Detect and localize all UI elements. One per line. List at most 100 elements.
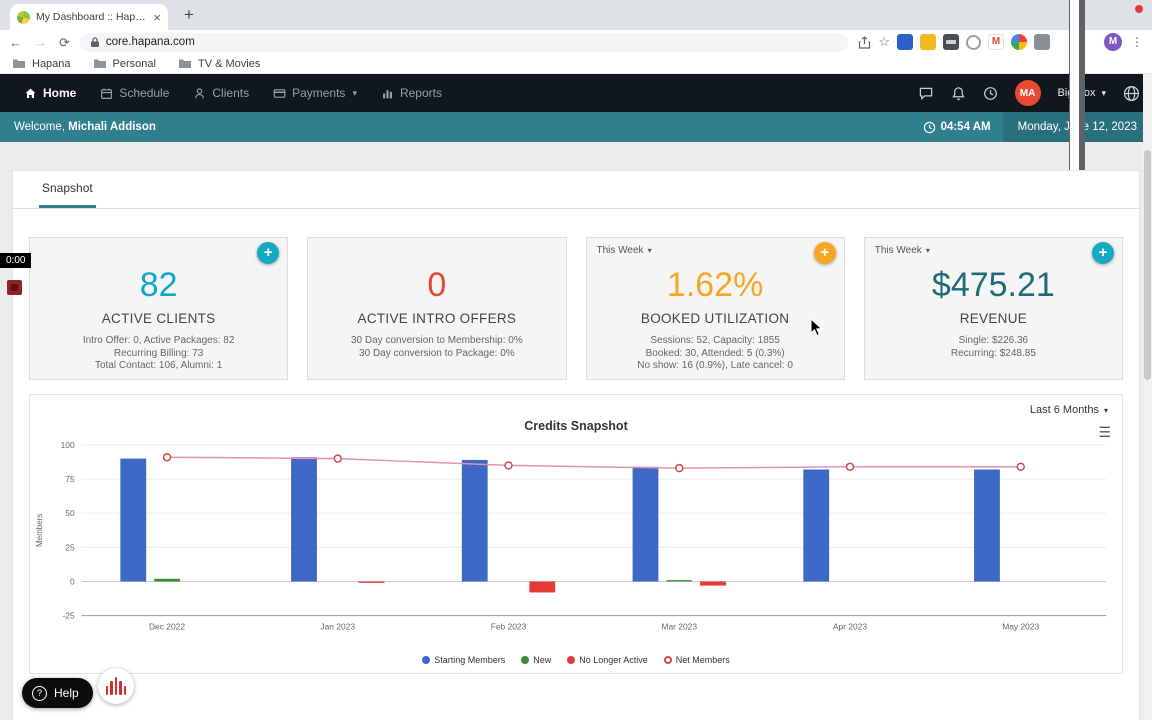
card-period-dropdown[interactable]: This Week ▾ bbox=[875, 245, 930, 256]
stop-icon bbox=[11, 284, 18, 291]
extension-icon[interactable] bbox=[1034, 34, 1050, 50]
folder-icon bbox=[93, 59, 106, 68]
chart-legend: Starting Members New No Longer Active Ne… bbox=[30, 655, 1122, 665]
extension-icon[interactable] bbox=[920, 34, 936, 50]
bar-chart-icon bbox=[383, 89, 392, 98]
legend-marker bbox=[663, 656, 672, 665]
legend-marker bbox=[567, 656, 576, 665]
reload-icon[interactable]: ⟳ bbox=[59, 36, 70, 49]
chevron-down-icon: ▾ bbox=[352, 87, 357, 98]
add-button[interactable]: + bbox=[1092, 242, 1114, 264]
stat-value: 0 bbox=[427, 266, 447, 304]
extension-icon[interactable] bbox=[943, 34, 959, 50]
nav-item-payments[interactable]: Payments ▾ bbox=[261, 74, 369, 112]
stat-card-active-intro-offers: ▾ + 0 ACTIVE INTRO OFFERS 30 Day convers… bbox=[307, 237, 567, 380]
browser-menu-icon[interactable]: ⋮ bbox=[1131, 35, 1143, 49]
browser-profile-avatar[interactable]: M bbox=[1104, 33, 1122, 51]
legend-marker bbox=[422, 656, 431, 665]
feedback-widget-icon bbox=[114, 677, 118, 695]
feedback-widget-icon bbox=[110, 681, 113, 695]
user-name: Michali Addison bbox=[68, 121, 156, 133]
svg-text:Dec 2022: Dec 2022 bbox=[149, 622, 185, 632]
tab-title: My Dashboard :: Hapana | Tak bbox=[36, 11, 147, 23]
address-bar[interactable]: core.hapana.com bbox=[79, 32, 849, 52]
nav-item-reports[interactable]: Reports bbox=[369, 74, 454, 112]
svg-text:Jan 2023: Jan 2023 bbox=[320, 622, 355, 632]
recording-indicator-dot bbox=[1135, 5, 1143, 13]
extension-icon[interactable] bbox=[1011, 34, 1027, 50]
svg-text:Feb 2023: Feb 2023 bbox=[491, 622, 527, 632]
svg-text:25: 25 bbox=[65, 542, 75, 552]
site-favicon bbox=[17, 10, 30, 24]
scrollbar-thumb[interactable] bbox=[1144, 150, 1151, 380]
bookmark-folder[interactable]: Hapana bbox=[12, 58, 71, 70]
welcome-text: Welcome, Michali Addison bbox=[14, 121, 156, 133]
svg-text:100: 100 bbox=[61, 440, 75, 450]
panel-tabs: Snapshot bbox=[13, 171, 1139, 209]
gmail-extension-icon[interactable]: M bbox=[988, 34, 1004, 50]
help-button[interactable]: ? Help bbox=[22, 678, 93, 708]
folder-icon bbox=[13, 59, 25, 68]
user-avatar[interactable]: MA bbox=[1014, 80, 1041, 106]
calendar-icon bbox=[101, 87, 113, 99]
stat-value: $475.21 bbox=[931, 266, 1055, 304]
folder-icon bbox=[178, 59, 191, 68]
chevron-down-icon: ▾ bbox=[1103, 405, 1108, 415]
feedback-widget-icon bbox=[119, 681, 122, 695]
url-text: core.hapana.com bbox=[105, 36, 195, 48]
current-time: 04:54 AM bbox=[923, 121, 991, 134]
browser-url-bar: ← → ⟳ core.hapana.com ☆ M M ⋮ bbox=[0, 0, 1152, 506]
card-period-dropdown[interactable]: This Week ▾ bbox=[597, 245, 652, 256]
browser-tab[interactable]: My Dashboard :: Hapana | Tak × bbox=[10, 4, 168, 30]
nav-item-schedule[interactable]: Schedule bbox=[88, 74, 181, 112]
stat-value: 82 bbox=[139, 266, 178, 304]
feedback-widget-icon bbox=[105, 686, 109, 695]
chevron-down-icon: ▾ bbox=[1101, 87, 1106, 98]
stat-details: 30 Day conversion to Membership: 0% 30 D… bbox=[351, 335, 523, 359]
dashboard-panel: Snapshot ▾ + 82 ACTIVE CLIENTS Intro Off… bbox=[12, 170, 1140, 720]
bookmark-star-icon[interactable]: ☆ bbox=[878, 34, 890, 50]
chevron-down-icon: ▾ bbox=[647, 246, 652, 255]
chevron-down-icon: ▾ bbox=[925, 246, 930, 255]
stat-label: REVENUE bbox=[959, 311, 1028, 326]
globe-icon[interactable] bbox=[1123, 85, 1140, 102]
svg-text:May 2023: May 2023 bbox=[1002, 622, 1039, 632]
stat-card-booked-utilization: This Week ▾ + 1.62% BOOKED UTILIZATION Se… bbox=[585, 237, 845, 380]
new-tab-button[interactable]: + bbox=[184, 6, 194, 23]
chat-icon[interactable] bbox=[918, 86, 934, 101]
tab-close-icon[interactable]: × bbox=[153, 11, 161, 24]
stat-label: ACTIVE CLIENTS bbox=[101, 311, 216, 326]
feedback-widget-button[interactable] bbox=[98, 668, 134, 704]
share-icon[interactable] bbox=[858, 35, 871, 49]
card-icon bbox=[273, 88, 286, 98]
legend-item[interactable]: No Longer Active bbox=[567, 655, 648, 665]
legend-item[interactable]: Starting Members bbox=[422, 655, 505, 665]
nav-item-clients[interactable]: Clients bbox=[181, 74, 261, 112]
person-icon bbox=[195, 87, 205, 98]
nav-item-home[interactable]: Home bbox=[12, 74, 88, 112]
bookmark-folder[interactable]: TV & Movies bbox=[178, 58, 260, 70]
add-button[interactable]: + bbox=[813, 242, 836, 264]
bell-icon[interactable] bbox=[951, 86, 966, 101]
scrollbar-track[interactable] bbox=[1143, 74, 1152, 720]
clock-icon[interactable] bbox=[983, 86, 998, 101]
tab-snapshot[interactable]: Snapshot bbox=[39, 181, 96, 208]
back-icon[interactable]: ← bbox=[9, 36, 22, 49]
svg-text:-25: -25 bbox=[63, 611, 75, 621]
extension-icon[interactable] bbox=[966, 34, 981, 50]
question-icon: ? bbox=[32, 685, 47, 701]
legend-item[interactable]: New bbox=[521, 655, 551, 665]
forward-icon[interactable]: → bbox=[34, 36, 47, 49]
recording-stop-button[interactable] bbox=[7, 280, 22, 295]
welcome-bar: Welcome, Michali Addison 04:54 AM Monday… bbox=[0, 112, 1152, 142]
extension-icon[interactable] bbox=[897, 34, 913, 50]
bookmark-folder[interactable]: Personal bbox=[93, 58, 156, 70]
stat-details: Sessions: 52, Capacity: 1855 Booked: 30,… bbox=[637, 335, 793, 371]
chart-range-dropdown[interactable]: Last 6 Months ▾ bbox=[30, 395, 1122, 416]
add-button[interactable]: + bbox=[257, 242, 280, 264]
chart-menu-icon[interactable]: ☰ bbox=[1098, 425, 1111, 439]
legend-item[interactable]: Net Members bbox=[663, 655, 730, 665]
browser-tab-strip: My Dashboard :: Hapana | Tak × + bbox=[0, 0, 1152, 30]
stat-cards-row: ▾ + 82 ACTIVE CLIENTS Intro Offer: 0, Ac… bbox=[13, 209, 1139, 380]
stat-details: Intro Offer: 0, Active Packages: 82 Recu… bbox=[82, 335, 235, 371]
